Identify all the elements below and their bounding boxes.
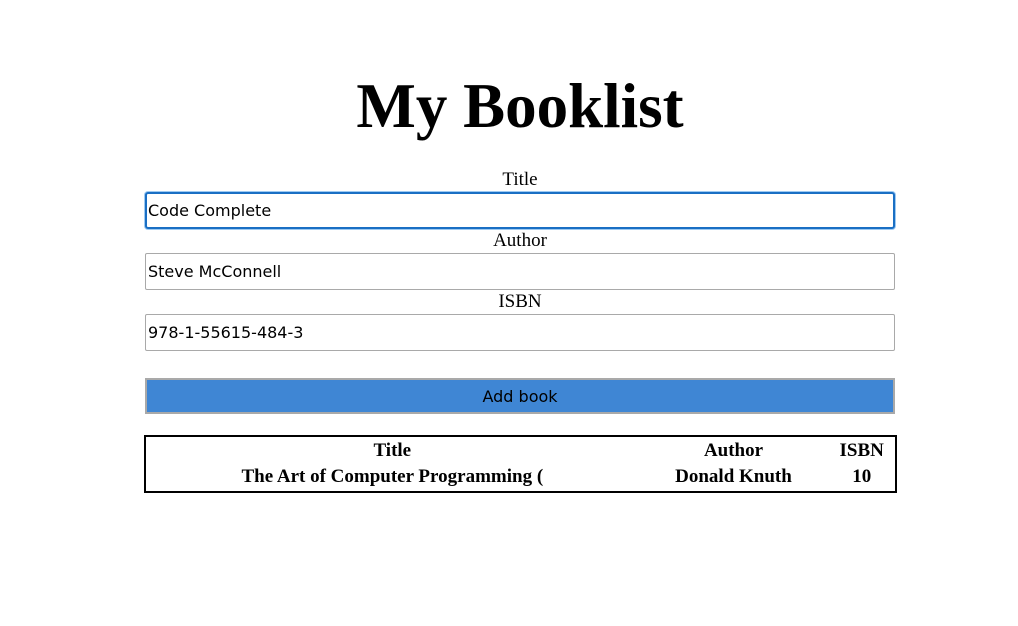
- book-title-cell: The Art of Computer Programming (: [241, 466, 544, 487]
- author-label: Author: [493, 230, 547, 251]
- title-input[interactable]: [145, 192, 895, 229]
- column-header-title: Title: [373, 440, 412, 461]
- add-book-button[interactable]: Add book: [145, 378, 895, 414]
- book-form: Title Author ISBN Add book: [145, 168, 895, 414]
- page-title: My Booklist: [356, 71, 684, 141]
- column-header-author: Author: [703, 440, 764, 461]
- book-table: Title Author ISBN The Art of Computer Pr…: [144, 435, 897, 493]
- book-isbn-cell: 10: [852, 466, 872, 487]
- column-header-isbn: ISBN: [839, 440, 884, 461]
- author-input[interactable]: [145, 253, 895, 290]
- table-row: The Art of Computer Programming ( Donald…: [148, 465, 893, 489]
- isbn-label: ISBN: [498, 291, 542, 312]
- table-header-row: Title Author ISBN: [148, 439, 893, 463]
- title-label: Title: [502, 169, 538, 190]
- isbn-input[interactable]: [145, 314, 895, 351]
- book-author-cell: Donald Knuth: [675, 466, 792, 487]
